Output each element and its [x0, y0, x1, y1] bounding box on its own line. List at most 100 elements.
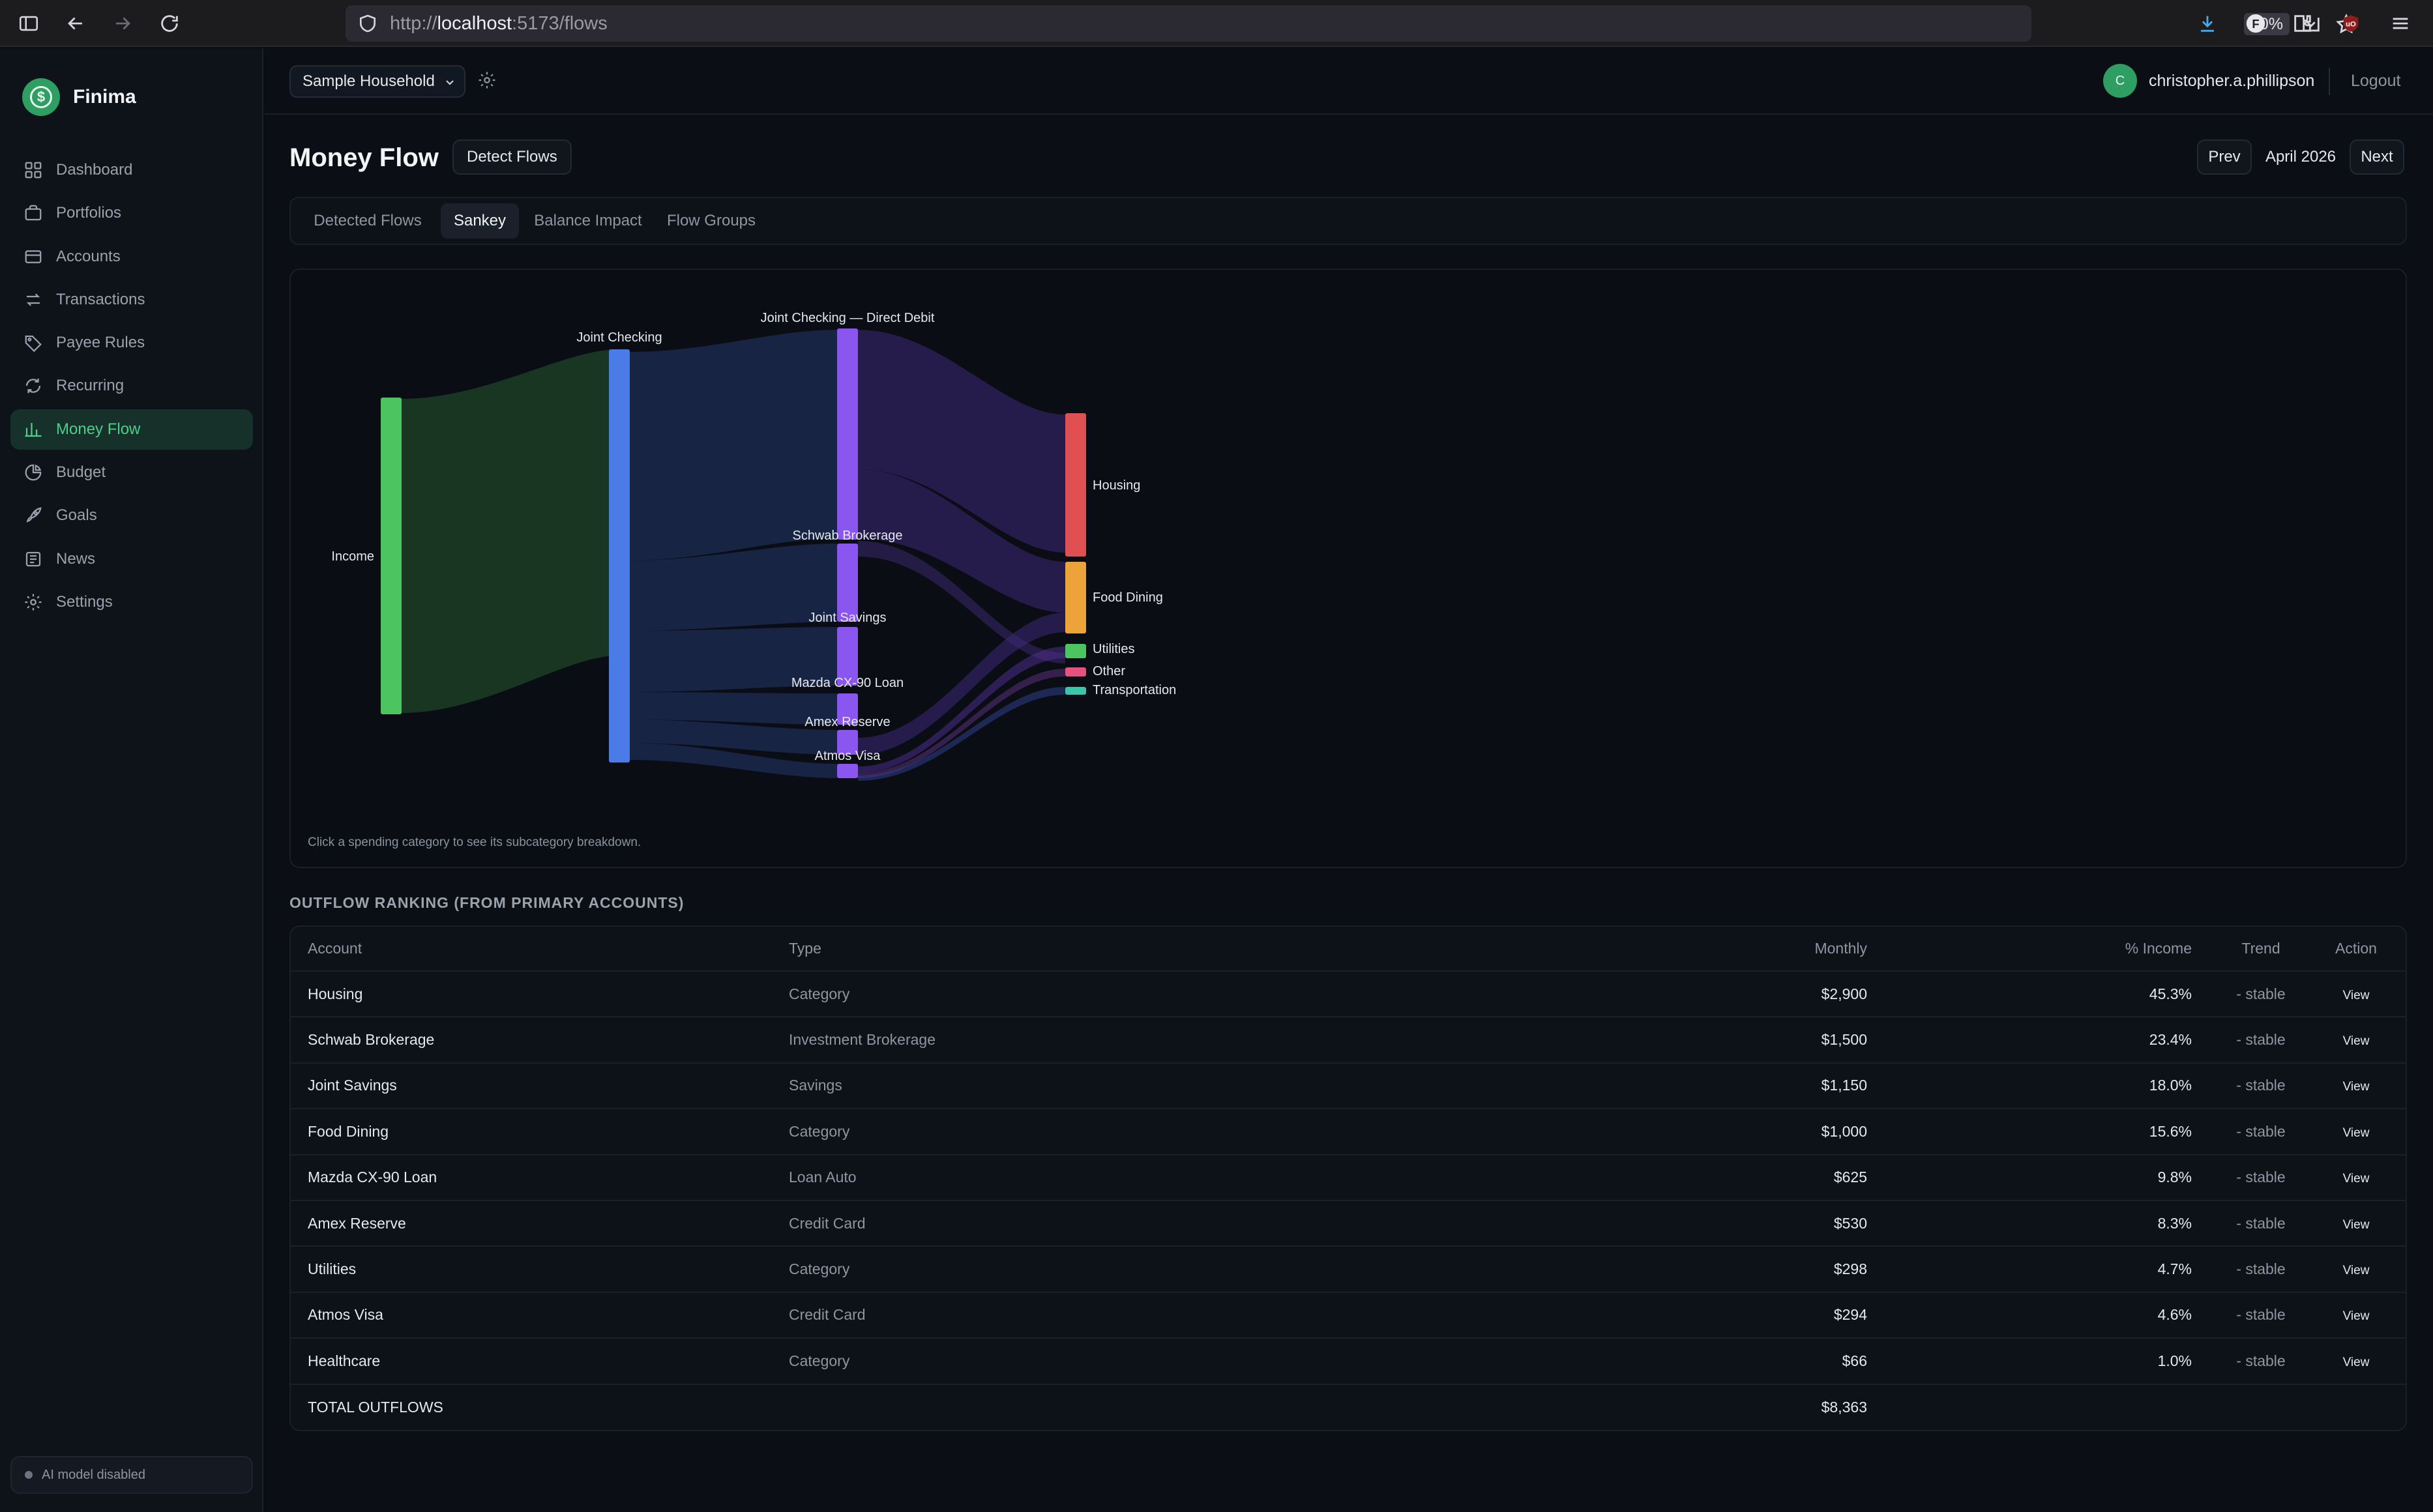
profile-f-icon[interactable]: F	[2240, 8, 2271, 39]
household-select[interactable]: Sample Household	[289, 65, 465, 98]
label-income: Income	[331, 549, 374, 564]
brand-name: Finima	[73, 86, 136, 108]
sidebar-item-recurring[interactable]: Recurring	[10, 366, 253, 406]
view-button[interactable]: View	[2343, 1172, 2370, 1185]
table-row: Joint Savings Savings $1,150 18.0% - sta…	[291, 1062, 2406, 1110]
table-header-row: Account Type Monthly % Income Trend Acti…	[291, 927, 2406, 972]
view-button[interactable]: View	[2343, 1264, 2370, 1277]
node-schwab[interactable]	[837, 544, 858, 622]
sidebar-item-budget[interactable]: Budget	[10, 452, 253, 493]
sidebar-item-label: Accounts	[56, 247, 121, 265]
col-account[interactable]: Account	[291, 927, 789, 972]
node-utilities[interactable]	[1065, 644, 1086, 658]
top-header: Sample Household C christopher.a.phillip…	[265, 48, 2433, 115]
tab-detected-flows[interactable]: Detected Flows	[300, 203, 435, 239]
view-button[interactable]: View	[2343, 1080, 2370, 1094]
sankey-diagram: Income Joint Checking Joint Checking — D…	[331, 311, 1176, 781]
brand[interactable]: $ Finima	[22, 78, 136, 116]
prev-month-button[interactable]: Prev	[2197, 139, 2252, 175]
cell-monthly: $1,000	[1258, 1109, 1884, 1156]
page-title: Money Flow	[289, 143, 439, 172]
link-income-joint-checking[interactable]	[402, 349, 618, 713]
next-month-button[interactable]: Next	[2350, 139, 2404, 175]
cell-monthly: $2,900	[1258, 971, 1884, 1018]
tab-sankey[interactable]: Sankey	[441, 203, 519, 239]
cell-account: Mazda CX-90 Loan	[291, 1154, 789, 1201]
logout-button[interactable]: Logout	[2351, 72, 2400, 91]
sidebar-item-money-flow[interactable]: Money Flow	[10, 409, 253, 450]
node-other[interactable]	[1065, 667, 1086, 676]
col-pct-income[interactable]: % Income	[1884, 927, 2209, 972]
cell-trend: - stable	[2209, 1246, 2313, 1293]
col-type[interactable]: Type	[789, 927, 1258, 972]
sidebar-item-payee-rules[interactable]: Payee Rules	[10, 323, 253, 363]
cell-pct-income: 18.0%	[1884, 1062, 2209, 1110]
view-button[interactable]: View	[2343, 1356, 2370, 1369]
label-direct-debit: Joint Checking — Direct Debit	[761, 311, 935, 325]
sidebar-item-dashboard[interactable]: Dashboard	[10, 150, 253, 190]
avatar[interactable]: C	[2103, 64, 2137, 98]
cell-pct-income: 8.3%	[1884, 1200, 2209, 1247]
cell-monthly: $1,150	[1258, 1062, 1884, 1110]
view-button[interactable]: View	[2343, 1034, 2370, 1048]
link-atmos-utilities[interactable]	[858, 647, 1065, 773]
node-housing[interactable]	[1065, 413, 1086, 557]
cell-trend: - stable	[2209, 1200, 2313, 1247]
menu-icon[interactable]	[2385, 8, 2416, 39]
downloads-icon[interactable]	[2192, 8, 2223, 39]
shield-icon	[360, 14, 376, 33]
sidebar-item-label: Payee Rules	[56, 334, 145, 352]
col-monthly[interactable]: Monthly	[1258, 927, 1884, 972]
section-heading: OUTFLOW RANKING (FROM PRIMARY ACCOUNTS)	[289, 894, 685, 911]
ublock-icon[interactable]: uO	[2335, 8, 2367, 39]
cell-monthly: $625	[1258, 1154, 1884, 1201]
label-transport: Transportation	[1093, 683, 1176, 697]
detect-flows-button[interactable]: Detect Flows	[452, 139, 572, 175]
sidebar-item-transactions[interactable]: Transactions	[10, 280, 253, 320]
forward-icon[interactable]	[107, 8, 138, 39]
back-icon[interactable]	[60, 8, 91, 39]
table-row: Mazda CX-90 Loan Loan Auto $625 9.8% - s…	[291, 1154, 2406, 1201]
cell-type: Credit Card	[789, 1292, 1258, 1339]
view-button[interactable]: View	[2343, 1126, 2370, 1140]
cell-trend: - stable	[2209, 1017, 2313, 1064]
ai-status-badge: AI model disabled	[10, 1456, 253, 1494]
browser-toolbar: http://localhost:5173/flows 80% F uO	[0, 0, 2433, 47]
node-direct-debit[interactable]	[837, 328, 858, 540]
link-checking-direct-debit[interactable]	[630, 330, 837, 560]
sidebar-toggle-icon[interactable]	[13, 8, 44, 39]
label-other: Other	[1093, 664, 1125, 678]
sidebar-item-label: Portfolios	[56, 204, 122, 222]
svg-text:F: F	[2252, 17, 2259, 31]
grid-icon	[23, 160, 43, 180]
label-amex: Amex Reserve	[804, 715, 890, 729]
tag-icon	[23, 333, 43, 353]
cell-pct-income: 1.0%	[1884, 1338, 2209, 1385]
view-button[interactable]: View	[2343, 1309, 2370, 1323]
sidebar-item-settings[interactable]: Settings	[10, 582, 253, 622]
refresh-icon	[23, 376, 43, 396]
sidebar-item-accounts[interactable]: Accounts	[10, 237, 253, 277]
node-income[interactable]	[381, 398, 402, 714]
extensions-icon[interactable]	[2287, 8, 2318, 39]
table-row: Housing Category $2,900 45.3% - stable V…	[291, 971, 2406, 1018]
view-button[interactable]: View	[2343, 989, 2370, 1002]
sidebar-item-label: Settings	[56, 592, 113, 611]
url-bar[interactable]: http://localhost:5173/flows 80%	[346, 5, 2357, 42]
view-button[interactable]: View	[2343, 1218, 2370, 1232]
household-settings-gear-icon[interactable]	[477, 70, 497, 90]
node-food[interactable]	[1065, 562, 1086, 633]
sidebar-item-news[interactable]: News	[10, 539, 253, 579]
total-label: TOTAL OUTFLOWS	[308, 1398, 443, 1416]
user-name: christopher.a.phillipson	[2149, 72, 2315, 90]
node-joint-checking[interactable]	[609, 349, 630, 763]
sidebar-item-goals[interactable]: Goals	[10, 495, 253, 536]
cell-type: Category	[789, 971, 1258, 1018]
table-row: Schwab Brokerage Investment Brokerage $1…	[291, 1017, 2406, 1064]
node-atmos[interactable]	[837, 764, 858, 778]
reload-icon[interactable]	[154, 8, 185, 39]
tab-balance-impact[interactable]: Balance Impact	[524, 203, 652, 239]
tab-flow-groups[interactable]: Flow Groups	[657, 203, 765, 239]
sidebar-item-portfolios[interactable]: Portfolios	[10, 193, 253, 233]
node-transport[interactable]	[1065, 687, 1086, 695]
